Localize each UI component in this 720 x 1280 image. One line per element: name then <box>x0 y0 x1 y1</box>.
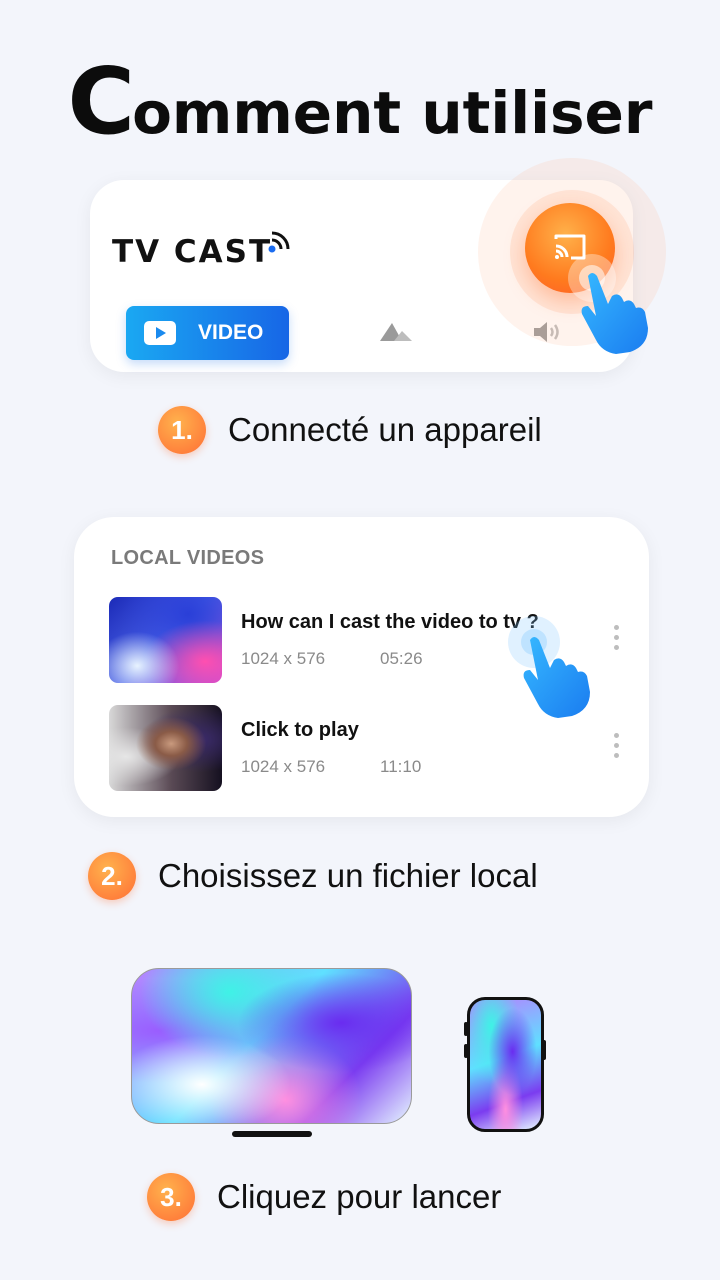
video-resolution: 1024 x 576 <box>241 649 326 668</box>
phone-side-button <box>542 1040 546 1060</box>
video-duration: 11:10 <box>380 757 422 776</box>
hand-pointer-icon <box>568 254 648 354</box>
hand-pointer-icon <box>508 616 590 718</box>
step-2-badge: 2. <box>88 852 136 900</box>
step-1: 1. Connecté un appareil <box>158 406 542 454</box>
tv-illustration <box>131 968 412 1124</box>
step-2-text: Choisissez un fichier local <box>158 857 538 894</box>
photo-icon[interactable] <box>378 319 414 343</box>
tv-stand <box>232 1131 312 1137</box>
more-options-icon[interactable] <box>614 733 620 763</box>
wifi-icon <box>268 231 290 253</box>
title-rest: omment utiliser <box>132 79 653 147</box>
phone-side-button <box>464 1044 468 1058</box>
step-3-text: Cliquez pour lancer <box>217 1178 502 1215</box>
page-title: Comment utiliser <box>0 48 720 155</box>
phone-illustration <box>467 997 544 1132</box>
app-logo: TV CAST <box>112 234 273 270</box>
section-label: LOCAL VIDEOS <box>111 547 265 569</box>
video-thumbnail <box>109 705 222 791</box>
step-2: 2. Choisissez un fichier local <box>88 852 538 900</box>
video-title: Click to play <box>241 719 359 741</box>
tab-video[interactable]: VIDEO <box>126 306 289 360</box>
more-options-icon[interactable] <box>614 625 620 655</box>
step-1-badge: 1. <box>158 406 206 454</box>
title-first-letter: C <box>67 48 136 155</box>
video-resolution: 1024 x 576 <box>241 757 326 776</box>
video-duration: 05:26 <box>380 649 423 668</box>
step-3-badge: 3. <box>147 1173 195 1221</box>
phone-side-button <box>464 1022 468 1036</box>
step-1-text: Connecté un appareil <box>228 411 542 448</box>
step-3: 3. Cliquez pour lancer <box>147 1173 501 1221</box>
tab-video-label: VIDEO <box>198 321 264 344</box>
play-icon <box>144 321 176 345</box>
video-title: How can I cast the video to tv ? <box>241 611 539 633</box>
video-thumbnail <box>109 597 222 683</box>
